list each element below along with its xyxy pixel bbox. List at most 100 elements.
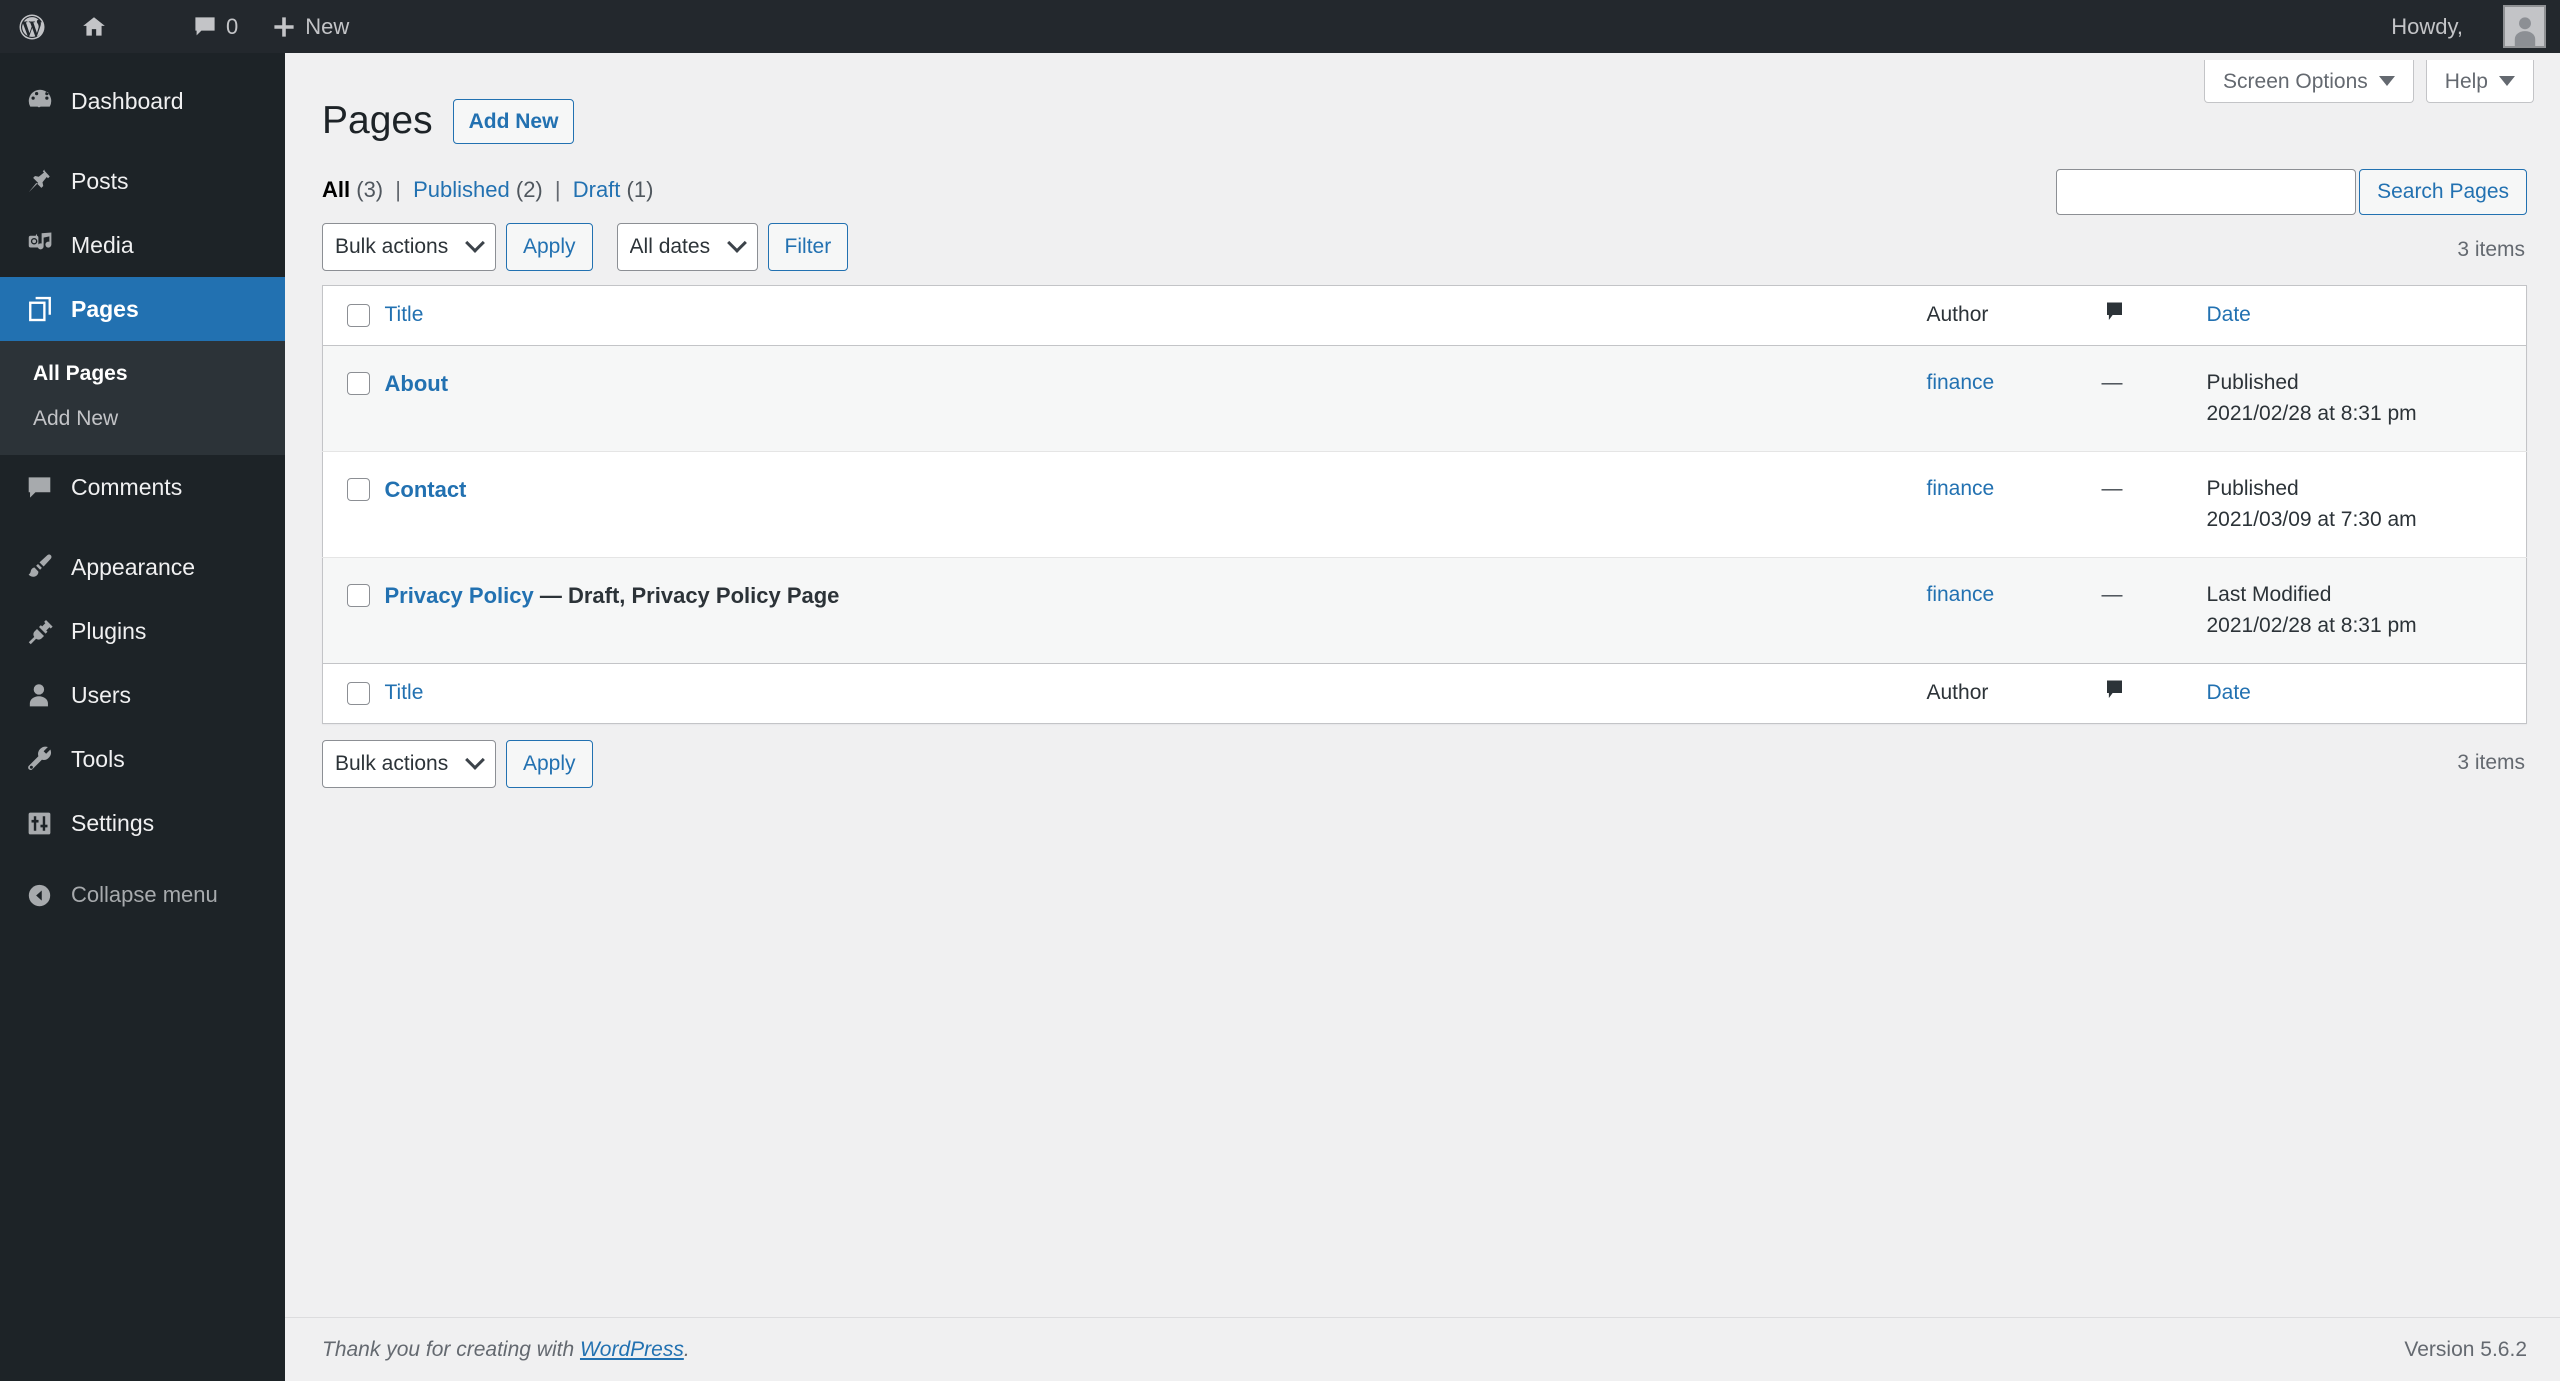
row-date-cell: Published 2021/03/09 at 7:30 am <box>2207 451 2527 557</box>
author-link[interactable]: finance <box>1927 477 1995 500</box>
sidebar-item-pages[interactable]: Pages <box>0 277 301 341</box>
page-title-link[interactable]: Privacy Policy <box>385 583 534 608</box>
table-header-row: Title Author Date <box>322 285 2527 346</box>
sidebar-top-spacer <box>0 53 285 69</box>
apply-button-top[interactable]: Apply <box>506 222 593 271</box>
comment-bubble-icon <box>11 474 68 501</box>
date-filter-select[interactable]: All dates <box>616 222 758 271</box>
media-icon <box>11 230 68 260</box>
search-input[interactable] <box>2056 168 2357 215</box>
apply-button-bottom[interactable]: Apply <box>506 739 593 788</box>
row-checkbox[interactable] <box>347 477 370 501</box>
footer-thankyou-text: Thank you for creating with WordPress. <box>322 1338 690 1362</box>
comments-count: — <box>2101 476 2123 500</box>
table-row: Privacy Policy — Draft, Privacy Policy P… <box>322 557 2527 664</box>
column-header-author-bottom: Author <box>1926 663 2102 724</box>
sort-by-date-link-bottom[interactable]: Date <box>2207 681 2251 704</box>
view-link-draft[interactable]: Draft <box>573 177 621 202</box>
select-all-header-top <box>322 285 385 346</box>
sidebar-item-label: Tools <box>71 745 125 772</box>
wordpress-link[interactable]: WordPress <box>580 1338 684 1361</box>
sort-by-title-link-bottom[interactable]: Title <box>385 681 424 704</box>
sidebar-submenu-label: All Pages <box>33 362 128 385</box>
site-home-menu[interactable] <box>64 0 124 53</box>
views-and-search-row: All (3) | Published (2) | Draft (1) Sear… <box>322 153 2527 215</box>
author-link[interactable]: finance <box>1927 371 1995 394</box>
row-title-cell: Contact <box>385 451 1927 557</box>
column-header-comments-top <box>2101 285 2207 346</box>
sidebar-item-all-pages[interactable]: All Pages <box>0 352 285 397</box>
bulk-actions-select-wrapper: Bulk actions <box>322 222 496 271</box>
screen-meta-links: Screen Options Help <box>2204 60 2534 103</box>
date-status: Last Modified <box>2206 582 2332 606</box>
comments-menu[interactable]: 0 <box>176 0 255 53</box>
row-select-cell <box>323 451 385 557</box>
column-header-author-top: Author <box>1926 285 2102 346</box>
view-link-published[interactable]: Published <box>413 177 510 202</box>
footer-thanks-prefix: Thank you for creating with <box>322 1337 580 1361</box>
sidebar-item-comments[interactable]: Comments <box>0 455 285 519</box>
screen-options-button[interactable]: Screen Options <box>2204 60 2414 103</box>
row-title-cell: Privacy Policy — Draft, Privacy Policy P… <box>385 557 1927 663</box>
search-pages-button[interactable]: Search Pages <box>2359 168 2527 215</box>
row-checkbox[interactable] <box>347 583 370 607</box>
sort-by-title-link[interactable]: Title <box>385 303 424 326</box>
row-checkbox[interactable] <box>347 371 370 395</box>
date-value: 2021/03/09 at 7:30 am <box>2206 508 2417 532</box>
user-icon <box>11 681 68 710</box>
select-all-checkbox-top[interactable] <box>347 304 370 328</box>
wordpress-logo-icon <box>17 12 47 42</box>
sidebar-item-users[interactable]: Users <box>0 663 285 727</box>
page-title-link[interactable]: About <box>385 371 449 396</box>
items-count-top: 3 items <box>2457 237 2525 261</box>
dashboard-icon <box>11 86 68 116</box>
author-link[interactable]: finance <box>1927 583 1995 606</box>
views-filter-links: All (3) | Published (2) | Draft (1) <box>322 169 653 203</box>
sidebar-item-dashboard[interactable]: Dashboard <box>0 69 285 133</box>
column-header-date-bottom: Date <box>2206 663 2527 724</box>
help-label: Help <box>2444 69 2488 93</box>
bulk-actions-select-wrapper-bottom: Bulk actions <box>322 739 496 788</box>
add-new-button[interactable]: Add New <box>452 98 575 144</box>
collapse-menu-button[interactable]: Collapse menu <box>0 863 285 927</box>
row-author-cell: finance <box>1927 345 2102 451</box>
row-title-cell: About <box>385 345 1927 451</box>
sidebar-item-media[interactable]: Media <box>0 213 285 277</box>
search-box: Search Pages <box>2056 168 2527 215</box>
date-filter-select-wrapper: All dates <box>616 222 758 271</box>
row-comments-cell: — <box>2102 345 2207 451</box>
sidebar-item-appearance[interactable]: Appearance <box>0 535 285 599</box>
post-state-label: — Draft, Privacy Policy Page <box>533 582 840 608</box>
sidebar-item-add-new-page[interactable]: Add New <box>0 397 285 442</box>
bulk-actions-select-bottom[interactable]: Bulk actions <box>322 739 496 788</box>
new-content-menu[interactable]: New <box>255 0 366 53</box>
sidebar-item-label: Media <box>71 231 134 258</box>
filter-button[interactable]: Filter <box>767 222 849 271</box>
column-header-date-top: Date <box>2206 285 2527 346</box>
help-button[interactable]: Help <box>2425 60 2534 103</box>
view-link-all[interactable]: All <box>322 177 350 202</box>
comment-bubble-icon <box>193 15 217 39</box>
bulk-actions-select-top[interactable]: Bulk actions <box>322 222 496 271</box>
page-title-link[interactable]: Contact <box>385 477 467 502</box>
select-all-checkbox-bottom[interactable] <box>347 682 370 706</box>
main-content-area: Screen Options Help Pages Add New All (3… <box>285 53 2560 1381</box>
date-status: Published <box>2206 370 2299 394</box>
sidebar-item-label: Appearance <box>71 553 196 580</box>
pages-icon <box>11 294 68 324</box>
comment-bubble-icon <box>2102 302 2127 330</box>
sidebar-item-settings[interactable]: Settings <box>0 791 285 855</box>
sidebar-item-tools[interactable]: Tools <box>0 727 285 791</box>
wp-logo-menu[interactable] <box>0 0 64 53</box>
sidebar-separator <box>0 133 285 149</box>
sidebar-item-posts[interactable]: Posts <box>0 149 285 213</box>
comments-count: — <box>2101 582 2123 606</box>
select-all-header-bottom <box>322 663 385 724</box>
page-title-row: Pages Add New <box>322 69 2527 153</box>
my-account-menu[interactable]: Howdy, <box>2374 0 2560 53</box>
sort-by-date-link[interactable]: Date <box>2207 303 2251 326</box>
sidebar-item-plugins[interactable]: Plugins <box>0 599 285 663</box>
sidebar-item-label: Settings <box>71 809 155 836</box>
sidebar-separator <box>0 519 285 535</box>
column-header-comments-bottom <box>2101 663 2207 724</box>
